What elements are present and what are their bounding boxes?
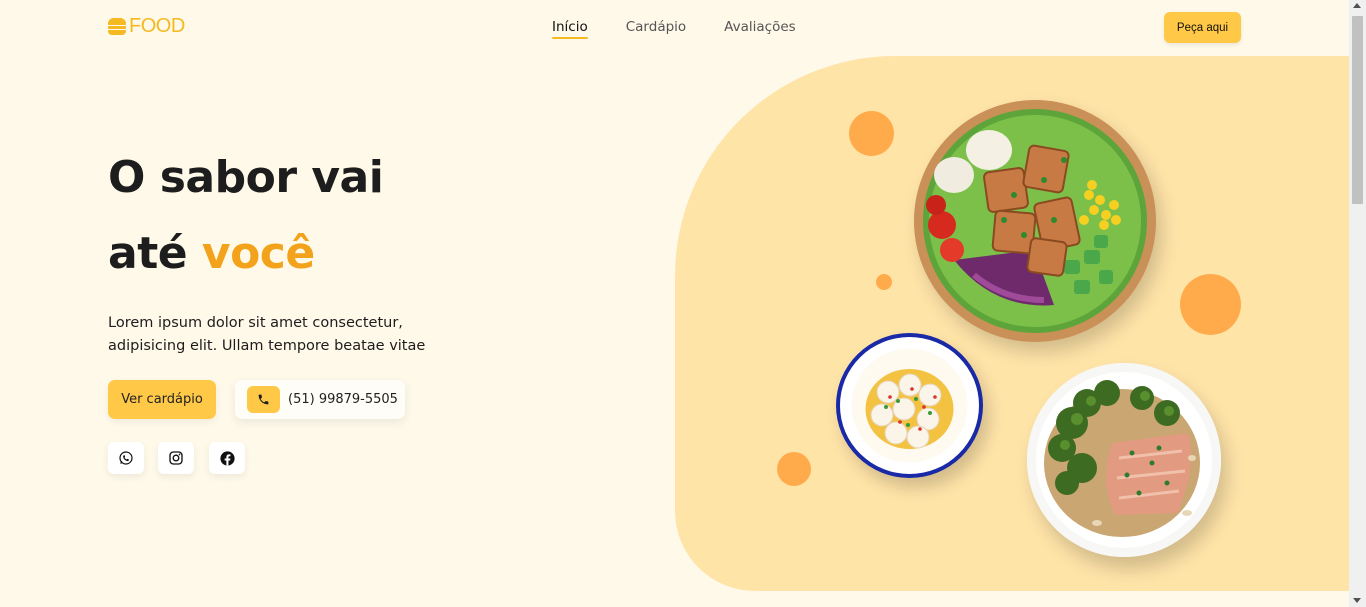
hero-title-line1: O sabor vai: [108, 152, 384, 203]
hero-description: Lorem ipsum dolor sit amet consectetur, …: [108, 315, 426, 354]
logo[interactable]: FOOD: [108, 16, 185, 36]
view-menu-button[interactable]: Ver cardápio: [108, 380, 216, 419]
scroll-thumb[interactable]: [1352, 16, 1363, 204]
salad-bowl-image: [914, 100, 1156, 342]
nav-avaliacoes[interactable]: Avaliações: [724, 18, 796, 36]
whatsapp-icon[interactable]: [108, 442, 144, 474]
burger-icon: [108, 17, 126, 35]
salmon-plate-image: [1027, 363, 1221, 557]
instagram-icon[interactable]: [158, 442, 194, 474]
decor-dot: [1180, 274, 1241, 335]
phone-number: (51) 99879-5505: [288, 392, 398, 407]
scrollbar[interactable]: [1349, 0, 1366, 607]
main-nav: Início Cardápio Avaliações: [552, 18, 796, 39]
phone-contact[interactable]: (51) 99879-5505: [235, 380, 405, 419]
hero-title-line2: até: [108, 228, 202, 279]
ceviche-bowl-image: [836, 333, 983, 478]
hero-title: O sabor vai até você: [108, 140, 384, 292]
facebook-icon[interactable]: [209, 442, 245, 474]
nav-cardapio[interactable]: Cardápio: [626, 18, 686, 36]
decor-dot: [876, 274, 892, 290]
decor-dot: [849, 111, 894, 156]
decor-dot: [777, 452, 811, 486]
scroll-up-arrow-icon[interactable]: [1353, 3, 1361, 8]
nav-inicio[interactable]: Início: [552, 18, 588, 39]
hero-title-accent: você: [201, 228, 315, 279]
scroll-down-arrow-icon[interactable]: [1353, 598, 1361, 603]
phone-icon: [247, 386, 280, 413]
logo-text: FOOD: [129, 15, 185, 37]
order-button[interactable]: Peça aqui: [1164, 12, 1241, 43]
header: FOOD Início Cardápio Avaliações Peça aqu…: [0, 0, 1349, 56]
